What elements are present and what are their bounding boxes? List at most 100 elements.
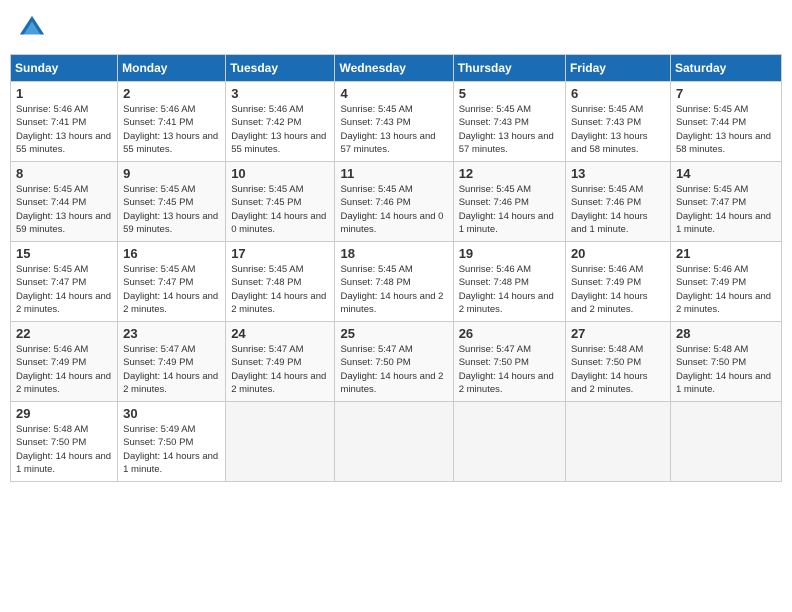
day-content: Sunrise: 5:46 AMSunset: 7:42 PMDaylight:… <box>231 103 329 156</box>
calendar-week-4: 29 Sunrise: 5:48 AMSunset: 7:50 PMDayligh… <box>11 402 782 482</box>
day-content: Sunrise: 5:48 AMSunset: 7:50 PMDaylight:… <box>571 343 665 396</box>
day-content: Sunrise: 5:48 AMSunset: 7:50 PMDaylight:… <box>676 343 776 396</box>
day-number: 14 <box>676 166 776 181</box>
calendar-cell: 7Sunrise: 5:45 AMSunset: 7:44 PMDaylight… <box>670 82 781 162</box>
day-number: 24 <box>231 326 329 341</box>
calendar-cell: 18 Sunrise: 5:45 AMSunset: 7:48 PMDayligh… <box>335 242 453 322</box>
day-content: Sunrise: 5:45 AMSunset: 7:48 PMDaylight:… <box>231 263 329 316</box>
day-number: 28 <box>676 326 776 341</box>
day-number: 13 <box>571 166 665 181</box>
day-number: 23 <box>123 326 220 341</box>
calendar-cell: 20 Sunrise: 5:46 AMSunset: 7:49 PMDayligh… <box>565 242 670 322</box>
day-number: 7 <box>676 86 776 101</box>
calendar-table: SundayMondayTuesdayWednesdayThursdayFrid… <box>10 54 782 482</box>
calendar-cell: 12Sunrise: 5:45 AMSunset: 7:46 PMDayligh… <box>453 162 565 242</box>
calendar-cell: 23 Sunrise: 5:47 AMSunset: 7:49 PMDayligh… <box>118 322 226 402</box>
day-number: 19 <box>459 246 560 261</box>
day-number: 22 <box>16 326 112 341</box>
day-content: Sunrise: 5:45 AMSunset: 7:43 PMDaylight:… <box>571 103 665 156</box>
day-number: 18 <box>340 246 447 261</box>
calendar-cell: 4 Sunrise: 5:45 AMSunset: 7:43 PMDaylight… <box>335 82 453 162</box>
calendar-cell: 28 Sunrise: 5:48 AMSunset: 7:50 PMDayligh… <box>670 322 781 402</box>
calendar-cell <box>670 402 781 482</box>
day-content: Sunrise: 5:45 AMSunset: 7:47 PMDaylight:… <box>676 183 776 236</box>
calendar-cell: 29 Sunrise: 5:48 AMSunset: 7:50 PMDayligh… <box>11 402 118 482</box>
column-header-saturday: Saturday <box>670 55 781 82</box>
day-content: Sunrise: 5:46 AMSunset: 7:41 PMDaylight:… <box>16 103 112 156</box>
day-content: Sunrise: 5:45 AMSunset: 7:46 PMDaylight:… <box>571 183 665 236</box>
column-header-wednesday: Wednesday <box>335 55 453 82</box>
day-number: 11 <box>340 166 447 181</box>
calendar-cell: 10Sunrise: 5:45 AMSunset: 7:45 PMDayligh… <box>226 162 335 242</box>
column-header-tuesday: Tuesday <box>226 55 335 82</box>
day-number: 26 <box>459 326 560 341</box>
calendar-header-row: SundayMondayTuesdayWednesdayThursdayFrid… <box>11 55 782 82</box>
calendar-cell: 13 Sunrise: 5:45 AMSunset: 7:46 PMDayligh… <box>565 162 670 242</box>
day-content: Sunrise: 5:45 AMSunset: 7:43 PMDaylight:… <box>340 103 447 156</box>
calendar-cell: 1Sunrise: 5:46 AMSunset: 7:41 PMDaylight… <box>11 82 118 162</box>
day-content: Sunrise: 5:47 AMSunset: 7:49 PMDaylight:… <box>123 343 220 396</box>
day-content: Sunrise: 5:46 AMSunset: 7:48 PMDaylight:… <box>459 263 560 316</box>
column-header-monday: Monday <box>118 55 226 82</box>
calendar-cell: 15 Sunrise: 5:45 AMSunset: 7:47 PMDayligh… <box>11 242 118 322</box>
calendar-week-0: 1Sunrise: 5:46 AMSunset: 7:41 PMDaylight… <box>11 82 782 162</box>
day-content: Sunrise: 5:46 AMSunset: 7:49 PMDaylight:… <box>571 263 665 316</box>
calendar-cell: 26Sunrise: 5:47 AMSunset: 7:50 PMDayligh… <box>453 322 565 402</box>
day-number: 30 <box>123 406 220 421</box>
calendar-cell: 16 Sunrise: 5:45 AMSunset: 7:47 PMDayligh… <box>118 242 226 322</box>
calendar-week-3: 22 Sunrise: 5:46 AMSunset: 7:49 PMDayligh… <box>11 322 782 402</box>
calendar-cell: 17 Sunrise: 5:45 AMSunset: 7:48 PMDayligh… <box>226 242 335 322</box>
calendar-cell: 22 Sunrise: 5:46 AMSunset: 7:49 PMDayligh… <box>11 322 118 402</box>
day-content: Sunrise: 5:47 AMSunset: 7:50 PMDaylight:… <box>340 343 447 396</box>
logo <box>18 14 50 42</box>
column-header-sunday: Sunday <box>11 55 118 82</box>
calendar-cell: 11 Sunrise: 5:45 AMSunset: 7:46 PMDayligh… <box>335 162 453 242</box>
day-number: 5 <box>459 86 560 101</box>
day-content: Sunrise: 5:45 AMSunset: 7:47 PMDaylight:… <box>16 263 112 316</box>
day-content: Sunrise: 5:46 AMSunset: 7:49 PMDaylight:… <box>676 263 776 316</box>
day-number: 4 <box>340 86 447 101</box>
day-content: Sunrise: 5:45 AMSunset: 7:48 PMDaylight:… <box>340 263 447 316</box>
calendar-cell: 19 Sunrise: 5:46 AMSunset: 7:48 PMDayligh… <box>453 242 565 322</box>
day-number: 2 <box>123 86 220 101</box>
calendar-cell: 24 Sunrise: 5:47 AMSunset: 7:49 PMDayligh… <box>226 322 335 402</box>
column-header-friday: Friday <box>565 55 670 82</box>
day-number: 21 <box>676 246 776 261</box>
day-content: Sunrise: 5:45 AMSunset: 7:46 PMDaylight:… <box>459 183 560 236</box>
calendar-cell: 21 Sunrise: 5:46 AMSunset: 7:49 PMDayligh… <box>670 242 781 322</box>
day-number: 8 <box>16 166 112 181</box>
day-number: 25 <box>340 326 447 341</box>
day-number: 15 <box>16 246 112 261</box>
page-header <box>10 10 782 46</box>
day-content: Sunrise: 5:45 AMSunset: 7:46 PMDaylight:… <box>340 183 447 236</box>
calendar-cell: 14 Sunrise: 5:45 AMSunset: 7:47 PMDayligh… <box>670 162 781 242</box>
day-content: Sunrise: 5:48 AMSunset: 7:50 PMDaylight:… <box>16 423 112 476</box>
day-number: 10 <box>231 166 329 181</box>
calendar-cell: 25 Sunrise: 5:47 AMSunset: 7:50 PMDayligh… <box>335 322 453 402</box>
calendar-cell: 30Sunrise: 5:49 AMSunset: 7:50 PMDayligh… <box>118 402 226 482</box>
day-number: 29 <box>16 406 112 421</box>
day-number: 16 <box>123 246 220 261</box>
day-content: Sunrise: 5:45 AMSunset: 7:44 PMDaylight:… <box>16 183 112 236</box>
day-number: 27 <box>571 326 665 341</box>
day-number: 3 <box>231 86 329 101</box>
day-content: Sunrise: 5:46 AMSunset: 7:49 PMDaylight:… <box>16 343 112 396</box>
day-number: 17 <box>231 246 329 261</box>
calendar-cell: 9 Sunrise: 5:45 AMSunset: 7:45 PMDaylight… <box>118 162 226 242</box>
day-number: 9 <box>123 166 220 181</box>
calendar-week-2: 15 Sunrise: 5:45 AMSunset: 7:47 PMDayligh… <box>11 242 782 322</box>
calendar-cell <box>335 402 453 482</box>
calendar-cell <box>565 402 670 482</box>
day-content: Sunrise: 5:47 AMSunset: 7:49 PMDaylight:… <box>231 343 329 396</box>
day-content: Sunrise: 5:45 AMSunset: 7:47 PMDaylight:… <box>123 263 220 316</box>
logo-icon <box>18 14 46 42</box>
calendar-cell: 27 Sunrise: 5:48 AMSunset: 7:50 PMDayligh… <box>565 322 670 402</box>
calendar-cell <box>453 402 565 482</box>
day-content: Sunrise: 5:45 AMSunset: 7:45 PMDaylight:… <box>123 183 220 236</box>
day-number: 6 <box>571 86 665 101</box>
calendar-cell: 3 Sunrise: 5:46 AMSunset: 7:42 PMDaylight… <box>226 82 335 162</box>
day-number: 20 <box>571 246 665 261</box>
calendar-cell: 2Sunrise: 5:46 AMSunset: 7:41 PMDaylight… <box>118 82 226 162</box>
day-content: Sunrise: 5:45 AMSunset: 7:43 PMDaylight:… <box>459 103 560 156</box>
calendar-cell: 6 Sunrise: 5:45 AMSunset: 7:43 PMDaylight… <box>565 82 670 162</box>
